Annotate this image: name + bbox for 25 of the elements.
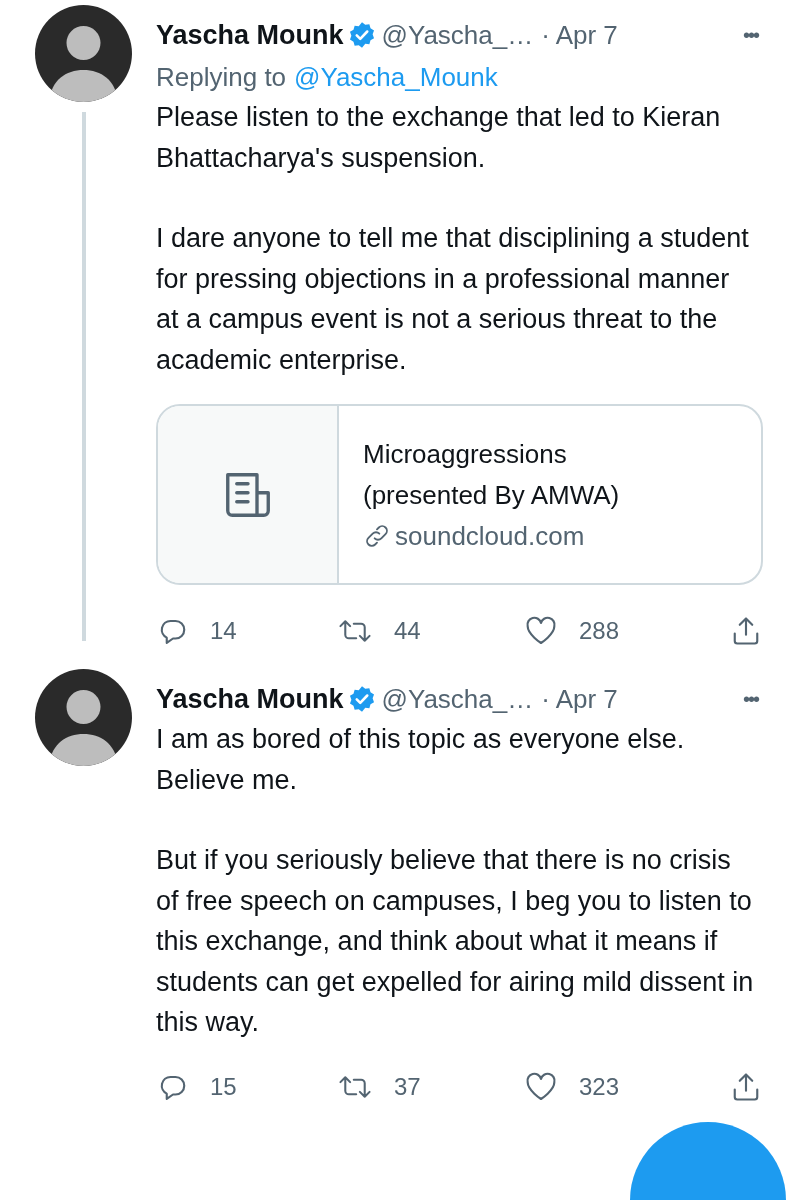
- author-name[interactable]: Yascha Mounk: [156, 14, 344, 56]
- like-count: 288: [579, 616, 620, 646]
- tweet-text: But if you seriously believe that there is no crisis of free speech on campuses, I beg you to listen to this exchange, and think about what it means if students can get expelled for airing mild dissent in this way.: [156, 844, 755, 1039]
- author-handle[interactable]: @Yascha_…: [381, 679, 534, 719]
- heart-icon[interactable]: [525, 616, 557, 646]
- share-icon[interactable]: [731, 615, 761, 647]
- tweet-text: I am as bored of this topic as everyone else. Believe me.: [156, 723, 686, 797]
- replying-label: Replying to: [156, 61, 287, 94]
- card-domain: soundcloud.com: [395, 519, 585, 553]
- author-handle[interactable]: @Yascha_…: [381, 15, 534, 55]
- reply-count: 15: [210, 1071, 237, 1102]
- link-card[interactable]: Microaggressions (presented By AMWA) soundcloud.com: [156, 404, 763, 585]
- more-menu[interactable]: •••: [743, 684, 758, 714]
- tweet-text: I dare anyone to tell me that disciplining a student for pressing objections in a professional manner at a campus event is not a serious threat to the academic enterprise.: [156, 222, 750, 377]
- more-menu[interactable]: •••: [743, 20, 758, 50]
- tweet-date[interactable]: · Apr 7: [541, 15, 618, 55]
- tweet-text: Please listen to the exchange that led to Kieran Bhattacharya's suspension.: [156, 101, 722, 175]
- tweet-date[interactable]: · Apr 7: [541, 679, 618, 719]
- author-name[interactable]: Yascha Mounk: [156, 678, 344, 720]
- card-title: Microaggressions (presented By AMWA): [363, 437, 621, 512]
- like-count: 323: [579, 1071, 620, 1102]
- retweet-count: 37: [394, 1071, 421, 1102]
- reply-count: 14: [210, 616, 237, 646]
- retweet-count: 44: [394, 616, 421, 646]
- heart-icon[interactable]: [525, 1071, 557, 1102]
